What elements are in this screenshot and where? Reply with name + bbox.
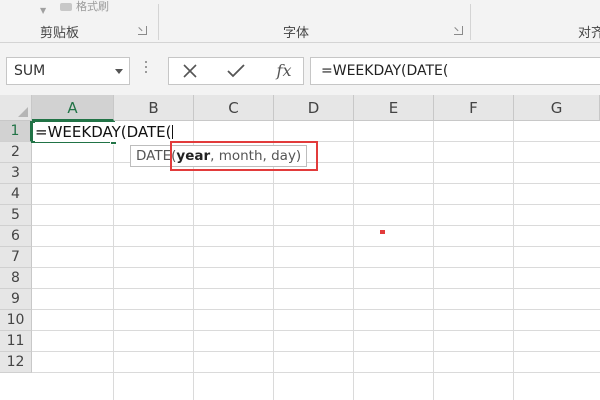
group-label-font: 字体	[283, 26, 310, 41]
name-box-value: SUM	[14, 63, 46, 79]
formula-buttons: fx	[168, 57, 304, 85]
annotation-dot	[380, 230, 385, 234]
group-label-alignment: 对齐	[578, 26, 600, 41]
row-header-3[interactable]: 3	[0, 163, 32, 184]
row-header-9[interactable]: 9	[0, 289, 32, 310]
gridline	[32, 267, 600, 268]
row-header-7[interactable]: 7	[0, 247, 32, 268]
gridline	[32, 246, 600, 247]
annotation-highlight-box	[170, 141, 318, 171]
column-header-d[interactable]: D	[274, 95, 354, 121]
name-box[interactable]: SUM	[6, 57, 130, 85]
row-header-8[interactable]: 8	[0, 268, 32, 289]
formula-bar-row: SUM fx =WEEKDAY(DATE(	[0, 43, 600, 95]
row-header-5[interactable]: 5	[0, 205, 32, 226]
x-icon	[183, 64, 197, 78]
row-header-11[interactable]: 11	[0, 331, 32, 352]
row-header-2[interactable]: 2	[0, 142, 32, 163]
gridline	[32, 204, 600, 205]
format-painter-button[interactable]: 格式刷	[60, 0, 109, 14]
column-header-f[interactable]: F	[434, 95, 514, 121]
drag-handle-icon[interactable]	[145, 61, 147, 76]
column-header-b[interactable]: B	[114, 95, 194, 121]
row-header-6[interactable]: 6	[0, 226, 32, 247]
format-painter-label: 格式刷	[76, 0, 109, 13]
enter-button[interactable]	[221, 58, 251, 84]
row-header-10[interactable]: 10	[0, 310, 32, 331]
insert-function-button[interactable]: fx	[269, 58, 299, 84]
column-header-c[interactable]: C	[194, 95, 274, 121]
chevron-down-icon[interactable]	[115, 69, 123, 74]
column-header-e[interactable]: E	[354, 95, 434, 121]
ribbon: ▼ 格式刷 剪贴板 字体 对齐	[0, 0, 600, 43]
gridline	[32, 183, 600, 184]
chevron-down-icon[interactable]: ▼	[40, 6, 46, 15]
cancel-button[interactable]	[175, 58, 205, 84]
gridline	[32, 330, 600, 331]
group-label-clipboard: 剪贴板	[40, 26, 80, 41]
gridline	[32, 351, 600, 352]
gridline	[32, 372, 600, 373]
gridline	[32, 288, 600, 289]
row-header-1[interactable]: 1	[0, 121, 32, 142]
column-header-g[interactable]: G	[514, 95, 600, 121]
group-divider	[158, 4, 159, 40]
column-header-a[interactable]: A	[32, 95, 114, 121]
cell-a1-value: =WEEKDAY(DATE(	[35, 123, 172, 141]
text-caret	[172, 125, 174, 139]
gridline	[32, 225, 600, 226]
row-header-12[interactable]: 12	[0, 352, 32, 373]
cell-a1-editor[interactable]: =WEEKDAY(DATE(	[35, 122, 176, 142]
dialog-launcher-icon[interactable]	[138, 26, 147, 35]
check-icon	[227, 64, 245, 78]
paintbrush-icon	[60, 3, 72, 11]
group-divider	[470, 4, 471, 40]
formula-input[interactable]: =WEEKDAY(DATE(	[310, 57, 600, 85]
row-header-4[interactable]: 4	[0, 184, 32, 205]
select-all-button[interactable]	[0, 95, 32, 121]
gridline	[32, 309, 600, 310]
dialog-launcher-icon[interactable]	[454, 26, 463, 35]
